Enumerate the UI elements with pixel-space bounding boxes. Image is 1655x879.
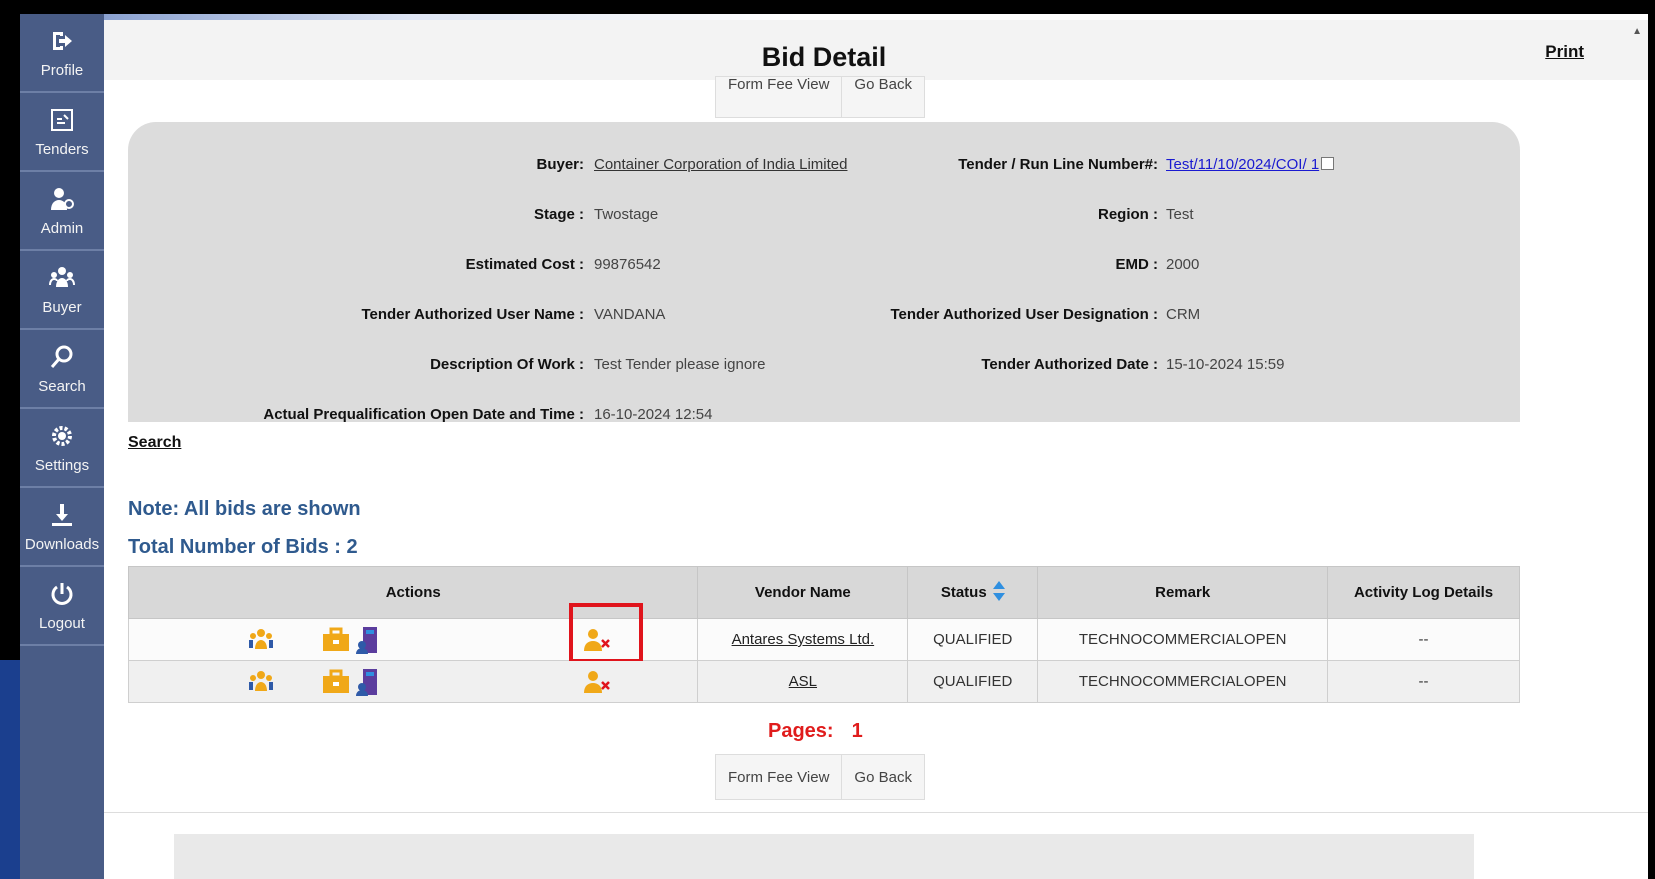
briefcase-icon[interactable]	[319, 665, 353, 699]
tender-number-value[interactable]: Test/11/10/2024/COI/ 1	[1166, 156, 1335, 173]
stage-label: Stage :	[533, 206, 584, 223]
tender-suffix[interactable]: / 1	[1302, 156, 1319, 173]
tender-doc-icon	[47, 105, 77, 135]
view-users-icon[interactable]	[244, 623, 278, 657]
actions-cell	[127, 603, 699, 663]
estimated-cost-label: Estimated Cost :	[465, 256, 584, 273]
auth-designation-label: Tender Authorized User Designation :	[890, 306, 1158, 323]
auth-user-label: Tender Authorized User Name :	[361, 306, 584, 323]
footer-band	[174, 834, 1474, 879]
col-remark: Remark	[1037, 566, 1329, 619]
sidebar-item-search[interactable]: Search	[20, 330, 104, 409]
total-bids: Total Number of Bids : 2	[128, 536, 358, 558]
top-button-row: Form Fee View Go Back	[715, 76, 925, 118]
gear-icon	[47, 421, 77, 451]
sidebar-item-downloads[interactable]: Downloads	[20, 488, 104, 567]
prequal-value: 16-10-2024 12:54	[594, 406, 713, 423]
sidebar: Profile Tenders Admin Buyer Search Setti…	[20, 14, 104, 879]
status-header-label: Status	[940, 583, 987, 601]
col-status[interactable]: Status	[907, 566, 1039, 619]
form-fee-view-button[interactable]: Form Fee View	[716, 755, 843, 799]
pagination: Pages: 1	[768, 720, 863, 743]
auth-date-value: 15-10-2024 15:59	[1166, 356, 1285, 373]
col-vendor-name: Vendor Name	[697, 566, 909, 619]
region-label: Region :	[1098, 206, 1158, 223]
sidebar-item-logout[interactable]: Logout	[20, 567, 104, 646]
header: Bid Detail Print ▲	[104, 20, 1648, 80]
users-group-icon	[47, 263, 77, 293]
sidebar-item-tenders[interactable]: Tenders	[20, 93, 104, 172]
search-icon	[47, 342, 77, 372]
tender-checkbox[interactable]	[1321, 157, 1335, 170]
tender-detail-panel: Buyer: Container Corporation of India Li…	[128, 122, 1520, 423]
sign-in-icon	[47, 26, 77, 56]
remark-cell: TECHNOCOMMERCIALOPEN	[1037, 618, 1329, 661]
scroll-up-arrow-icon[interactable]: ▲	[1632, 26, 1642, 37]
main-panel: Bid Detail Print ▲ Form Fee View Go Back…	[104, 14, 1648, 879]
remark-cell: TECHNOCOMMERCIALOPEN	[1037, 660, 1329, 703]
status-cell: QUALIFIED	[907, 618, 1039, 661]
download-icon	[47, 500, 77, 530]
sidebar-item-label: Tenders	[35, 141, 89, 158]
description-label: Description Of Work :	[430, 356, 584, 373]
search-link[interactable]: Search	[128, 434, 181, 452]
view-users-icon[interactable]	[244, 665, 278, 699]
emd-value: 2000	[1166, 256, 1200, 273]
vendor-cell[interactable]: Antares Systems Ltd.	[697, 618, 909, 661]
briefcase-icon[interactable]	[319, 623, 353, 657]
edge-accent	[0, 660, 22, 879]
table-row: Antares Systems Ltd. QUALIFIED TECHNOCOM…	[127, 603, 1520, 663]
table-row: ASL QUALIFIED TECHNOCOMMERCIALOPEN --	[127, 660, 1520, 703]
buyer-label: Buyer:	[536, 156, 584, 173]
divider	[104, 812, 1648, 813]
sidebar-item-buyer[interactable]: Buyer	[20, 251, 104, 330]
auth-date-label: Tender Authorized Date :	[981, 356, 1158, 373]
tender-number-label: Tender / Run Line Number#:	[958, 156, 1158, 173]
vendor-cell[interactable]: ASL	[697, 660, 909, 703]
print-link[interactable]: Print	[1545, 42, 1584, 62]
bids-note: Note: All bids are shown	[128, 498, 361, 520]
disqualify-user-icon[interactable]	[580, 665, 614, 699]
emd-label: EMD :	[1115, 256, 1159, 273]
sidebar-item-label: Profile	[40, 62, 84, 79]
actions-cell	[127, 660, 699, 703]
sidebar-item-label: Buyer	[42, 299, 82, 316]
page-number[interactable]: 1	[852, 720, 863, 742]
sidebar-item-admin[interactable]: Admin	[20, 172, 104, 251]
estimated-cost-value: 99876542	[594, 256, 661, 273]
table-header-row: Actions Vendor Name Status Remark Activi…	[127, 566, 1520, 619]
auth-user-value: VANDANA	[594, 306, 666, 323]
admin-user-icon	[47, 184, 77, 214]
activity-log-cell: --	[1327, 618, 1520, 661]
sidebar-item-label: Downloads	[24, 536, 100, 553]
highlight-box	[569, 603, 643, 663]
document-person-icon[interactable]	[351, 623, 385, 657]
auth-designation-value: CRM	[1166, 306, 1201, 323]
form-fee-view-button[interactable]: Form Fee View	[716, 77, 843, 117]
sort-icon[interactable]	[992, 580, 1005, 605]
sidebar-item-label: Admin	[40, 220, 84, 237]
power-icon	[47, 579, 77, 609]
col-activity-log: Activity Log Details	[1327, 566, 1520, 619]
document-person-icon[interactable]	[351, 665, 385, 699]
go-back-button[interactable]: Go Back	[842, 77, 924, 117]
activity-log-cell: --	[1327, 660, 1520, 703]
bids-table: Actions Vendor Name Status Remark Activi…	[127, 566, 1520, 703]
sidebar-item-settings[interactable]: Settings	[20, 409, 104, 488]
go-back-button[interactable]: Go Back	[842, 755, 924, 799]
sidebar-item-label: Search	[38, 378, 86, 395]
region-value: Test	[1166, 206, 1194, 223]
page-title: Bid Detail	[761, 42, 887, 72]
sidebar-item-profile[interactable]: Profile	[20, 14, 104, 93]
sidebar-item-label: Logout	[39, 615, 85, 632]
bottom-button-row: Form Fee View Go Back	[715, 754, 925, 800]
status-cell: QUALIFIED	[907, 660, 1039, 703]
stage-value: Twostage	[594, 206, 659, 223]
vendor-link[interactable]: ASL	[789, 673, 817, 690]
vendor-link[interactable]: Antares Systems Ltd.	[732, 631, 875, 648]
sidebar-item-label: Settings	[34, 457, 90, 474]
prequal-label: Actual Prequalification Open Date and Ti…	[263, 406, 584, 423]
pages-label: Pages:	[768, 720, 834, 742]
